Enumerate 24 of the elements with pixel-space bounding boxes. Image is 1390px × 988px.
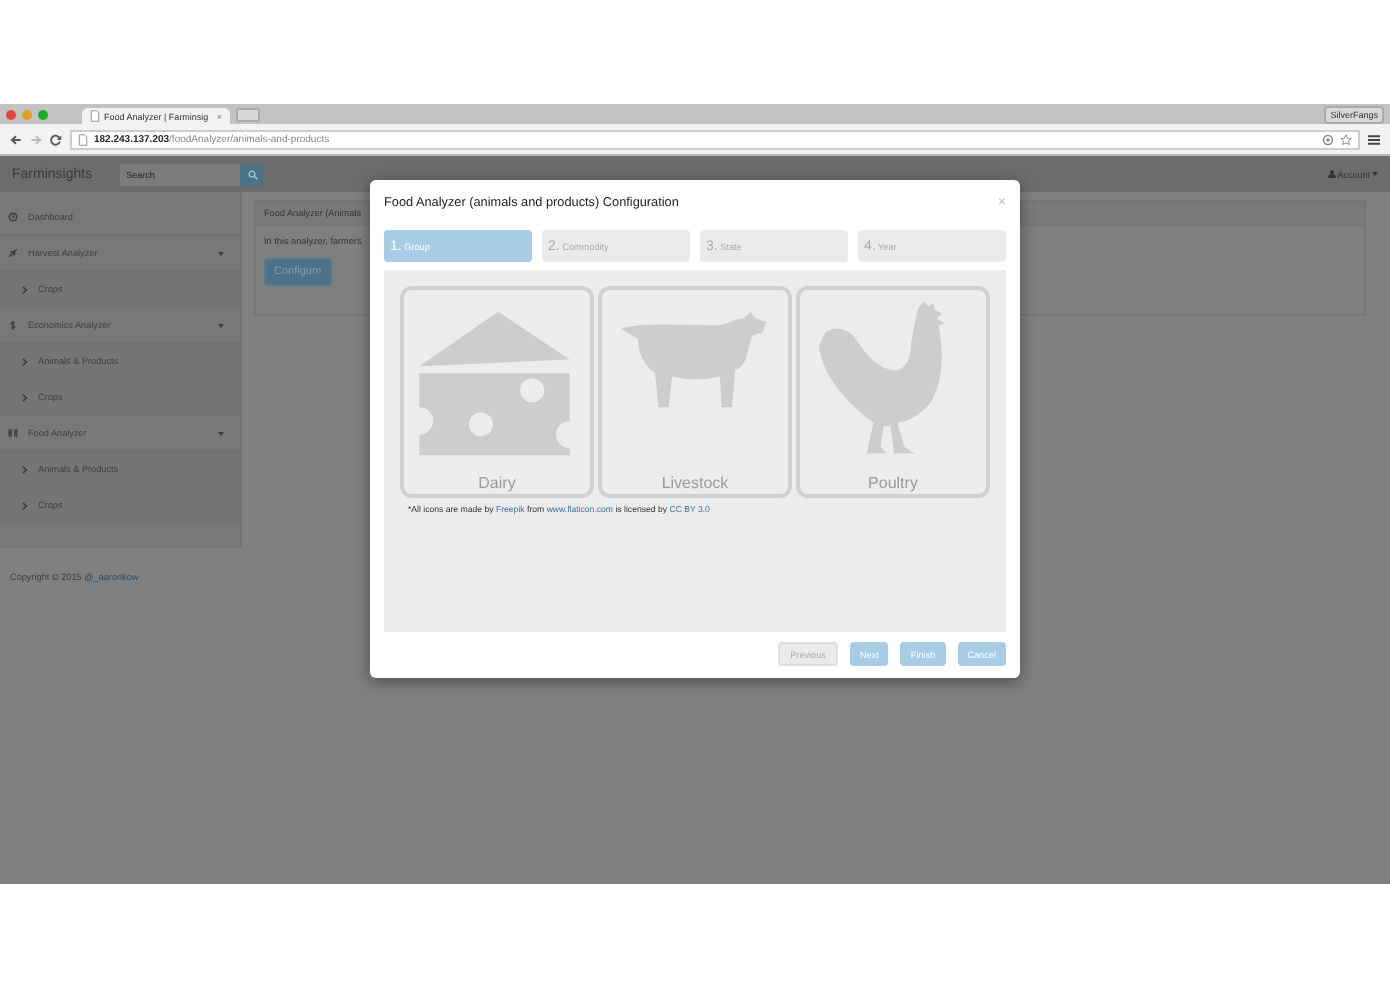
caret-icon <box>1372 172 1378 176</box>
option-card[interactable]: Livestock <box>598 286 792 498</box>
chevron-icon <box>22 285 28 293</box>
menu-icon <box>1368 133 1380 145</box>
reload-icon <box>50 133 62 145</box>
chevron-icon <box>22 357 28 365</box>
forward-icon <box>30 133 42 145</box>
clock-icon <box>8 212 18 222</box>
search-icon <box>247 169 258 179</box>
chevron-icon <box>22 393 28 401</box>
new-tab-button[interactable] <box>236 108 260 122</box>
star-icon <box>1340 133 1352 145</box>
back-icon <box>10 133 22 145</box>
extension-icon <box>1322 133 1334 145</box>
dollar-icon <box>8 320 18 330</box>
chevron-icon <box>22 501 28 509</box>
search-button[interactable] <box>240 163 265 185</box>
option-card[interactable]: Dairy <box>400 286 594 498</box>
option-card[interactable]: Poultry <box>796 286 990 498</box>
caret-icon <box>218 251 224 255</box>
caret-icon <box>218 323 224 327</box>
user-icon <box>1327 170 1336 178</box>
chevron-icon <box>22 465 28 473</box>
caret-icon <box>218 431 224 435</box>
